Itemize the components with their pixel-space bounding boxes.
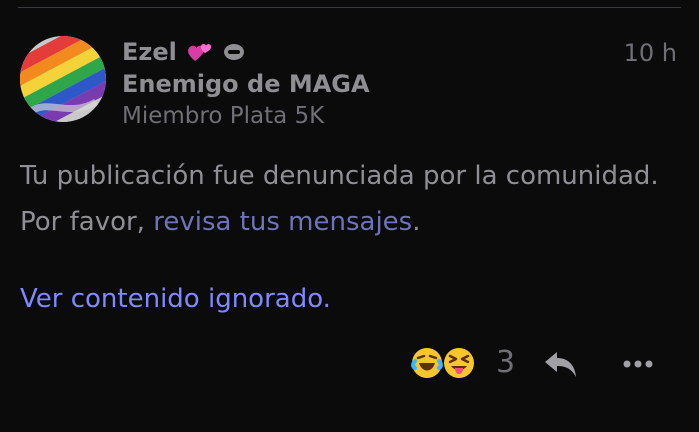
reactions[interactable]: 3 <box>410 344 515 382</box>
show-ignored-content-link[interactable]: Ver contenido ignorado. <box>20 281 331 317</box>
post-body-end: . <box>412 207 421 237</box>
username-row: Ezel <box>122 36 245 68</box>
user-rank: Miembro Plata 5K <box>122 103 325 129</box>
reaction-count[interactable]: 3 <box>496 344 515 382</box>
post-body: Tu publicación fue denunciada por la com… <box>20 153 660 245</box>
top-divider <box>18 7 681 8</box>
reply-icon[interactable] <box>543 348 579 380</box>
more-icon[interactable] <box>622 356 654 372</box>
user-title: Enemigo de MAGA <box>122 70 370 98</box>
timestamp[interactable]: 10 h <box>624 37 677 69</box>
two-hearts-icon <box>187 41 213 63</box>
avatar[interactable] <box>20 36 106 122</box>
rainbow-flag-avatar <box>20 36 106 122</box>
badge-icon <box>223 41 245 63</box>
review-messages-link[interactable]: revisa tus mensajes <box>153 207 412 237</box>
rofl-emoji-icon[interactable] <box>410 346 444 380</box>
squinting-tongue-emoji-icon[interactable] <box>442 346 476 380</box>
username[interactable]: Ezel <box>122 38 177 66</box>
